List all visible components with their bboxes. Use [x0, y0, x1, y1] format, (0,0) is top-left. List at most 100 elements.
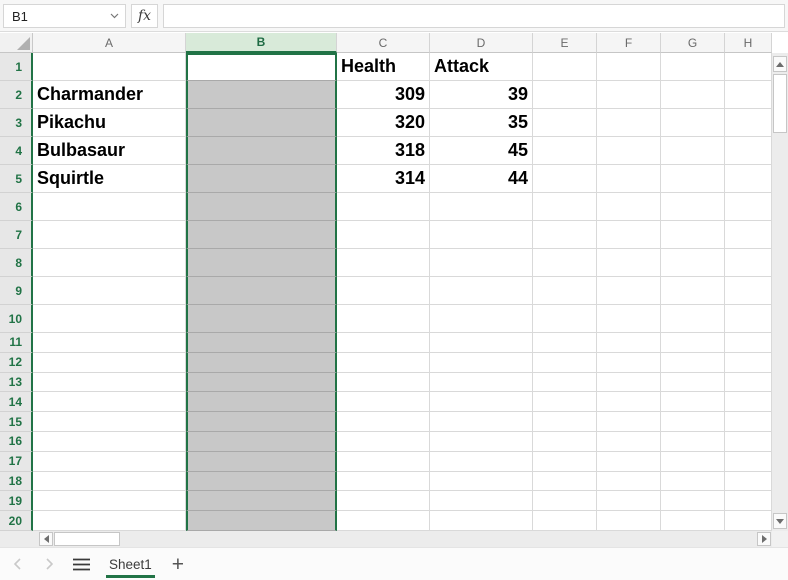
cell-a2[interactable]: Charmander	[33, 81, 186, 109]
cell-c20[interactable]	[337, 511, 430, 531]
cell-h4[interactable]	[725, 137, 772, 165]
row-header-10[interactable]: 10	[0, 305, 33, 333]
cell-g20[interactable]	[661, 511, 725, 531]
cell-g8[interactable]	[661, 249, 725, 277]
cell-a8[interactable]	[33, 249, 186, 277]
cell-b20[interactable]	[186, 511, 337, 531]
cell-f10[interactable]	[597, 305, 661, 333]
cell-c7[interactable]	[337, 221, 430, 249]
cell-d19[interactable]	[430, 491, 533, 511]
cell-f20[interactable]	[597, 511, 661, 531]
column-header-h[interactable]: H	[725, 33, 772, 53]
cell-a12[interactable]	[33, 353, 186, 373]
cell-a16[interactable]	[33, 432, 186, 452]
horizontal-scrollbar[interactable]	[0, 531, 772, 547]
cell-h14[interactable]	[725, 392, 772, 412]
cell-d8[interactable]	[430, 249, 533, 277]
cell-f18[interactable]	[597, 472, 661, 492]
cell-f14[interactable]	[597, 392, 661, 412]
cell-d7[interactable]	[430, 221, 533, 249]
cell-c9[interactable]	[337, 277, 430, 305]
cell-c8[interactable]	[337, 249, 430, 277]
cell-b6[interactable]	[186, 193, 337, 221]
cell-c19[interactable]	[337, 491, 430, 511]
cell-a11[interactable]	[33, 333, 186, 353]
sheet-list-button[interactable]	[73, 558, 90, 571]
cell-g5[interactable]	[661, 165, 725, 193]
cell-d14[interactable]	[430, 392, 533, 412]
cell-g4[interactable]	[661, 137, 725, 165]
cell-e19[interactable]	[533, 491, 597, 511]
row-header-13[interactable]: 13	[0, 373, 33, 393]
cell-h19[interactable]	[725, 491, 772, 511]
cell-g12[interactable]	[661, 353, 725, 373]
scroll-down-button[interactable]	[773, 513, 787, 529]
cell-b17[interactable]	[186, 452, 337, 472]
cell-e10[interactable]	[533, 305, 597, 333]
scroll-left-button[interactable]	[39, 532, 53, 546]
cell-h3[interactable]	[725, 109, 772, 137]
cell-b19[interactable]	[186, 491, 337, 511]
cell-d15[interactable]	[430, 412, 533, 432]
cell-c12[interactable]	[337, 353, 430, 373]
cell-a17[interactable]	[33, 452, 186, 472]
cell-d10[interactable]	[430, 305, 533, 333]
row-header-11[interactable]: 11	[0, 333, 33, 353]
cell-f17[interactable]	[597, 452, 661, 472]
cell-b18[interactable]	[186, 472, 337, 492]
cell-a10[interactable]	[33, 305, 186, 333]
cell-e2[interactable]	[533, 81, 597, 109]
cell-c3[interactable]: 320	[337, 109, 430, 137]
vertical-scrollbar-thumb[interactable]	[773, 74, 787, 133]
column-header-c[interactable]: C	[337, 33, 430, 53]
cell-h12[interactable]	[725, 353, 772, 373]
column-header-f[interactable]: F	[597, 33, 661, 53]
cell-a19[interactable]	[33, 491, 186, 511]
next-sheet-button[interactable]	[44, 558, 54, 570]
cell-a14[interactable]	[33, 392, 186, 412]
cell-d11[interactable]	[430, 333, 533, 353]
cell-c18[interactable]	[337, 472, 430, 492]
row-header-17[interactable]: 17	[0, 452, 33, 472]
cell-e14[interactable]	[533, 392, 597, 412]
cell-h2[interactable]	[725, 81, 772, 109]
cell-h16[interactable]	[725, 432, 772, 452]
cell-a6[interactable]	[33, 193, 186, 221]
cell-c4[interactable]: 318	[337, 137, 430, 165]
cell-d16[interactable]	[430, 432, 533, 452]
cell-e8[interactable]	[533, 249, 597, 277]
column-header-a[interactable]: A	[33, 33, 186, 53]
row-header-6[interactable]: 6	[0, 193, 33, 221]
cell-b5[interactable]	[186, 165, 337, 193]
cell-h17[interactable]	[725, 452, 772, 472]
cell-b10[interactable]	[186, 305, 337, 333]
cell-d20[interactable]	[430, 511, 533, 531]
cell-c15[interactable]	[337, 412, 430, 432]
cell-b1[interactable]	[186, 53, 337, 81]
cell-d4[interactable]: 45	[430, 137, 533, 165]
cell-e1[interactable]	[533, 53, 597, 81]
cell-c11[interactable]	[337, 333, 430, 353]
cell-h9[interactable]	[725, 277, 772, 305]
cell-c13[interactable]	[337, 373, 430, 393]
scroll-right-button[interactable]	[757, 532, 771, 546]
cell-h15[interactable]	[725, 412, 772, 432]
cell-d9[interactable]	[430, 277, 533, 305]
cell-g18[interactable]	[661, 472, 725, 492]
cell-g10[interactable]	[661, 305, 725, 333]
cell-h7[interactable]	[725, 221, 772, 249]
row-header-2[interactable]: 2	[0, 81, 33, 109]
cell-f4[interactable]	[597, 137, 661, 165]
cell-f1[interactable]	[597, 53, 661, 81]
cell-d17[interactable]	[430, 452, 533, 472]
name-box[interactable]: B1	[3, 4, 126, 28]
cell-g15[interactable]	[661, 412, 725, 432]
row-header-12[interactable]: 12	[0, 353, 33, 373]
cell-g1[interactable]	[661, 53, 725, 81]
cell-h8[interactable]	[725, 249, 772, 277]
cell-d1[interactable]: Attack	[430, 53, 533, 81]
cell-a18[interactable]	[33, 472, 186, 492]
scroll-up-button[interactable]	[773, 56, 787, 72]
cell-g13[interactable]	[661, 373, 725, 393]
cell-a4[interactable]: Bulbasaur	[33, 137, 186, 165]
